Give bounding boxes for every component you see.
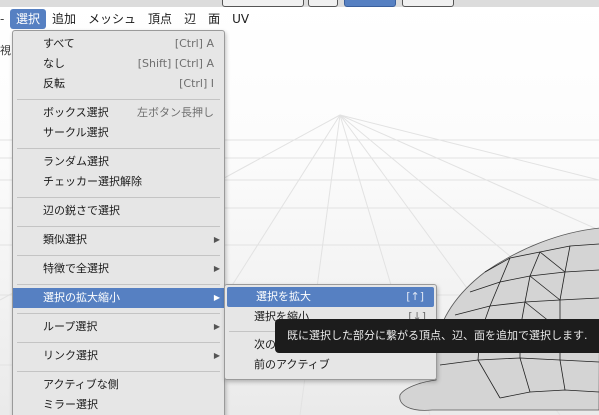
menu-item-select-sharp-edges[interactable]: 辺の鋭さで選択 (13, 201, 224, 221)
menu-face[interactable]: 面 (202, 9, 226, 29)
menu-separator (17, 342, 220, 343)
submenu-arrow-icon: ▶ (213, 264, 220, 273)
menu-item-label: なし (43, 57, 65, 70)
viewport-label: 視 (0, 44, 11, 57)
menu-vertex[interactable]: 頂点 (142, 9, 178, 29)
menu-item-select-more-less[interactable]: 選択の拡大縮小 ▶ (13, 288, 224, 308)
menu-item-shortcut: [Ctrl] A (174, 37, 214, 50)
menu-item-label: チェッカー選択解除 (43, 175, 142, 188)
menu-item-box-select[interactable]: ボックス選択 左ボタン長押し (13, 103, 224, 123)
menu-separator (17, 371, 220, 372)
tooltip: 既に選択した部分に繋がる頂点、辺、面を追加で選択します. (275, 319, 599, 353)
menu-item-checker-deselect[interactable]: チェッカー選択解除 (13, 172, 224, 192)
menu-item-select-similar[interactable]: 類似選択 ▶ (13, 230, 224, 250)
menu-item-shortcut: 左ボタン長押し (137, 106, 214, 119)
header-field[interactable] (222, 0, 304, 7)
menu-item-previous-active[interactable]: 前のアクティブ (225, 355, 436, 375)
3d-viewport[interactable]: - 選択 追加 メッシュ 頂点 辺 面 UV 視 すべて [Ctrl] A なし… (0, 0, 599, 415)
menu-uv[interactable]: UV (226, 9, 255, 29)
menu-item-label: ボックス選択 (43, 106, 109, 119)
select-menu: すべて [Ctrl] A なし [Shift] [Ctrl] A 反転 [Ctr… (12, 30, 225, 415)
header-button[interactable] (402, 0, 454, 7)
menu-select[interactable]: 選択 (10, 9, 47, 29)
menu-separator (17, 148, 220, 149)
menu-separator (17, 99, 220, 100)
menu-item-label: 辺の鋭さで選択 (43, 204, 120, 217)
menu-item-select-loops[interactable]: ループ選択 ▶ (13, 317, 224, 337)
menu-item-select-none[interactable]: なし [Shift] [Ctrl] A (13, 54, 224, 74)
menu-edge[interactable]: 辺 (178, 9, 202, 29)
menu-mesh[interactable]: メッシュ (82, 9, 142, 29)
menu-item-label: アクティブな側 (43, 378, 119, 391)
menu-item-select-more[interactable]: 選択を拡大 [↑] (227, 287, 434, 307)
header-strip (0, 0, 599, 7)
menu-item-select-mirror[interactable]: ミラー選択 (13, 395, 224, 415)
menu-item-select-all[interactable]: すべて [Ctrl] A (13, 34, 224, 54)
menu-item-shortcut: [↑] (406, 290, 424, 303)
menu-item-label: 類似選択 (43, 233, 87, 246)
header-toggle[interactable] (344, 0, 396, 7)
menu-item-select-linked[interactable]: リンク選択 ▶ (13, 346, 224, 366)
menu-separator (17, 226, 220, 227)
menu-item-label: すべて (43, 37, 75, 50)
menu-item-label: ランダム選択 (43, 155, 109, 168)
menu-bar: - 選択 追加 メッシュ 頂点 辺 面 UV (0, 8, 270, 30)
menu-item-side-of-active[interactable]: アクティブな側 (13, 375, 224, 395)
menu-item-label: ミラー選択 (43, 398, 98, 411)
menu-item-shortcut: [Ctrl] I (179, 77, 214, 90)
header-button[interactable] (308, 0, 338, 7)
menu-bar-edge: - (0, 12, 5, 26)
menu-item-label: 特徴で全選択 (43, 262, 109, 275)
submenu-arrow-icon: ▶ (213, 235, 220, 244)
menu-item-random-select[interactable]: ランダム選択 (13, 152, 224, 172)
menu-item-label: 前のアクティブ (254, 358, 330, 371)
menu-separator (17, 197, 220, 198)
submenu-arrow-icon: ▶ (213, 293, 220, 302)
menu-separator (17, 313, 220, 314)
menu-item-select-all-by-trait[interactable]: 特徴で全選択 ▶ (13, 259, 224, 279)
submenu-arrow-icon: ▶ (213, 322, 220, 331)
menu-separator (17, 284, 220, 285)
menu-item-circle-select[interactable]: サークル選択 (13, 123, 224, 143)
menu-add[interactable]: 追加 (46, 9, 82, 29)
submenu-arrow-icon: ▶ (213, 351, 220, 360)
menu-separator (17, 255, 220, 256)
menu-item-label: サークル選択 (43, 126, 109, 139)
menu-item-label: ループ選択 (43, 320, 98, 333)
menu-item-label: 選択を拡大 (256, 290, 311, 303)
menu-item-invert[interactable]: 反転 [Ctrl] I (13, 74, 224, 94)
menu-item-label: リンク選択 (43, 349, 98, 362)
menu-item-label: 選択の拡大縮小 (43, 291, 120, 304)
menu-item-label: 反転 (43, 77, 65, 90)
menu-item-shortcut: [Shift] [Ctrl] A (137, 57, 214, 70)
